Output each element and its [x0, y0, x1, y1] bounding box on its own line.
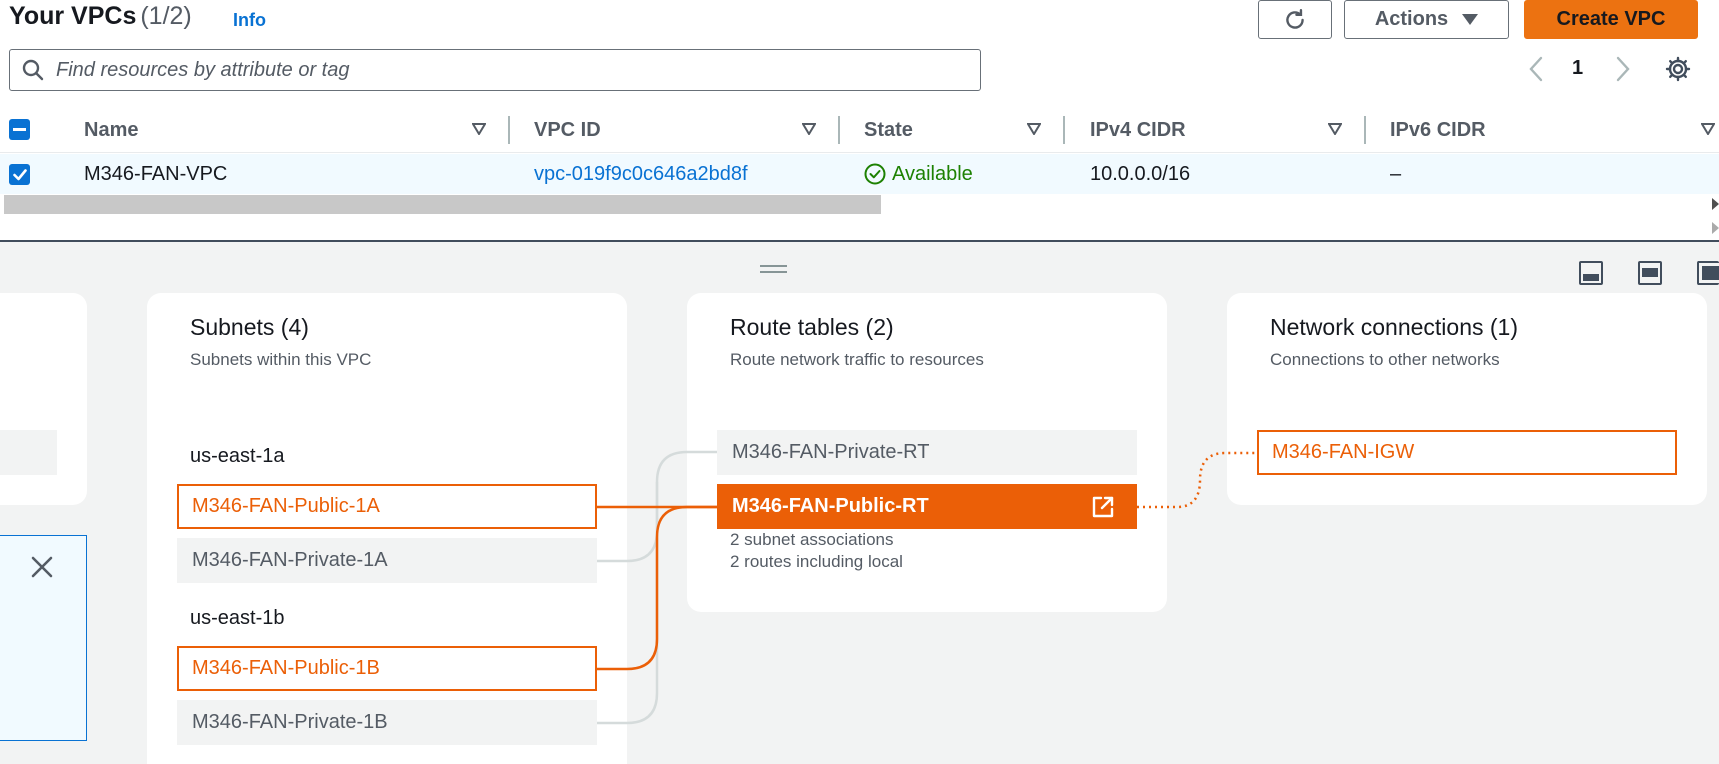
connector-private-1b: [597, 482, 659, 725]
connector-public-1b: [597, 505, 717, 671]
connector-igw: [1137, 451, 1257, 509]
connection-lines: [597, 450, 1257, 725]
close-icon[interactable]: [30, 555, 54, 579]
